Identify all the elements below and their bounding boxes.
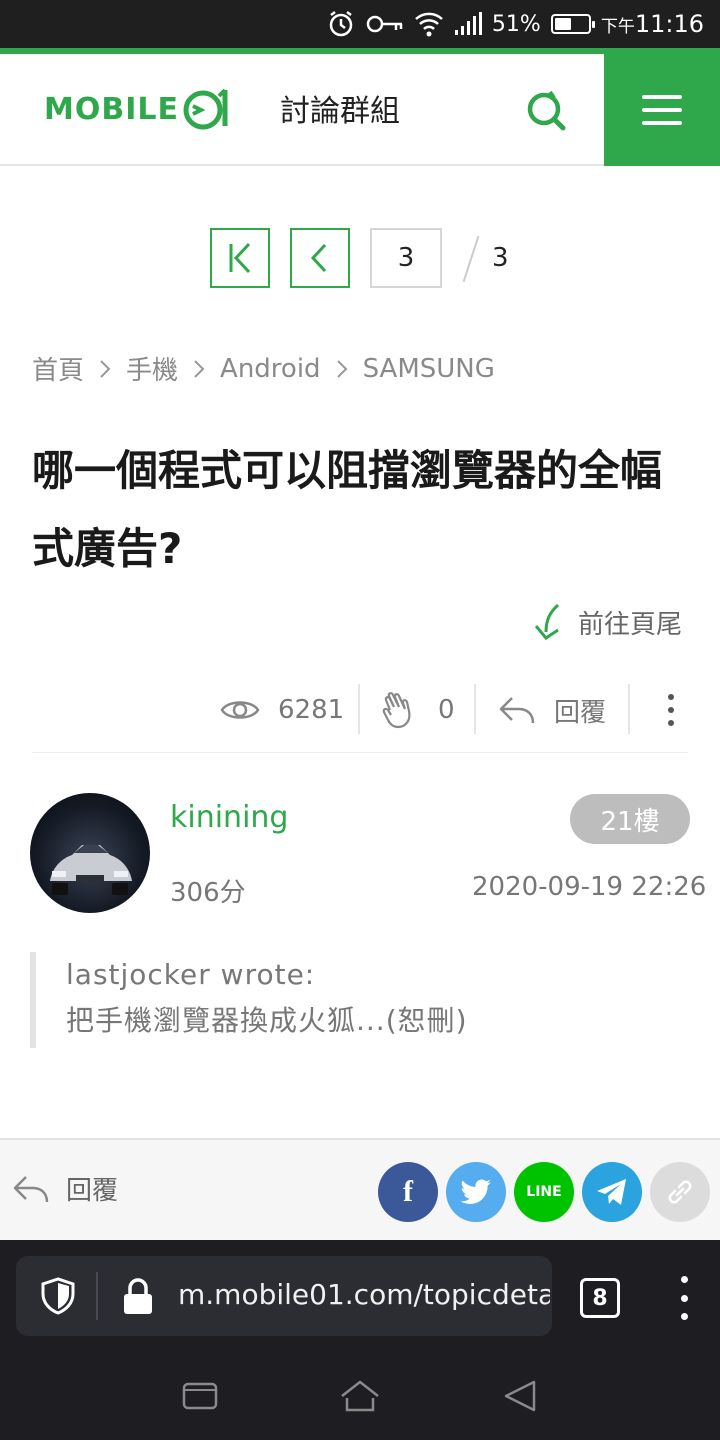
chevron-right-icon [192, 358, 206, 380]
recents-icon[interactable] [180, 1376, 220, 1416]
lock-icon [124, 1278, 152, 1314]
key-icon [366, 15, 403, 33]
reply-button[interactable]: 回覆 [12, 1170, 118, 1207]
share-twitter-button[interactable] [446, 1162, 506, 1222]
header-title[interactable]: 討論群組 [280, 86, 400, 130]
search-icon [527, 90, 566, 131]
wifi-icon [415, 12, 443, 37]
divider [32, 752, 688, 753]
more-options-button[interactable] [656, 688, 686, 732]
chevron-right-icon [98, 358, 112, 380]
reply-icon [499, 697, 535, 724]
breadcrumb-home[interactable]: 首頁 [32, 350, 84, 387]
browser-menu-button[interactable] [674, 1276, 694, 1320]
facebook-icon: f [403, 1175, 413, 1208]
arrow-down-icon [534, 603, 560, 640]
dot [680, 1276, 688, 1283]
chevron-left-icon [310, 243, 327, 273]
logo-01-icon [183, 88, 228, 130]
pagination: 3 3 [210, 228, 509, 288]
stat-divider [474, 684, 476, 734]
view-count: 6281 [220, 680, 344, 740]
current-page-input[interactable]: 3 [370, 228, 442, 288]
system-navigation-bar [0, 1354, 720, 1440]
twitter-icon [460, 1179, 491, 1205]
page-separator [464, 235, 478, 281]
link-icon [668, 1180, 692, 1204]
dot [668, 720, 674, 726]
status-icons: 51% 下午11:16 [326, 0, 704, 48]
bottom-action-bar: 回覆 f LINE [0, 1138, 720, 1240]
dot [668, 707, 674, 713]
clock-time: 11:16 [634, 10, 704, 38]
search-button[interactable] [520, 86, 570, 136]
copy-link-button[interactable] [650, 1162, 710, 1222]
address-bar[interactable]: m.mobile01.com/topicdetail [16, 1256, 552, 1336]
reply-stat-button[interactable]: 回覆 [498, 680, 606, 740]
browser-toolbar: m.mobile01.com/topicdetail 8 [0, 1240, 720, 1354]
home-icon[interactable] [340, 1376, 380, 1416]
url-text[interactable]: m.mobile01.com/topicdetail [178, 1278, 550, 1311]
prev-page-button[interactable] [290, 228, 350, 288]
total-pages: 3 [492, 243, 509, 273]
logo-text: MOBILE [44, 91, 179, 127]
share-line-button[interactable]: LINE [514, 1162, 574, 1222]
go-to-bottom-label: 前往頁尾 [578, 609, 683, 640]
breadcrumb-samsung[interactable]: SAMSUNG [363, 354, 495, 384]
dot [680, 1294, 688, 1302]
breadcrumb-phones[interactable]: 手機 [126, 350, 178, 387]
view-count-value: 6281 [278, 695, 345, 725]
breadcrumb-android[interactable]: Android [220, 354, 321, 384]
tabs-button[interactable]: 8 [580, 1278, 620, 1318]
shield-icon[interactable] [38, 1276, 78, 1316]
reply-icon [13, 1175, 49, 1202]
address-divider [96, 1272, 98, 1320]
first-page-button[interactable] [210, 228, 270, 288]
thread-title: 哪一個程式可以阻擋瀏覽器的全幅式廣告? [32, 446, 663, 573]
share-telegram-button[interactable] [582, 1162, 642, 1222]
line-icon: LINE [526, 1184, 562, 1200]
alarm-icon [329, 11, 353, 37]
site-header: MOBILE 討論群組 [0, 54, 720, 166]
floor-badge: 21樓 [570, 794, 690, 844]
dot [668, 694, 674, 700]
breadcrumb: 首頁 手機 Android SAMSUNG [32, 350, 495, 387]
dot [680, 1313, 688, 1320]
signal-icon [454, 12, 482, 35]
car-avatar-image [50, 845, 132, 895]
thread-stats: 6281 0 回覆 [0, 680, 720, 740]
reply-stat-label: 回覆 [554, 697, 607, 728]
go-to-bottom-link[interactable]: 前往頁尾 [530, 602, 682, 642]
like-count: 0 [438, 695, 455, 725]
battery-percent: 51% [491, 11, 541, 37]
quote-block: lastjocker wrote: 把手機瀏覽器換成火狐...(恕刪) [30, 952, 690, 1048]
battery-fill [554, 18, 572, 30]
clap-icon [382, 692, 411, 729]
first-page-icon [229, 242, 251, 274]
telegram-icon [597, 1179, 626, 1205]
reply-label: 回覆 [66, 1176, 119, 1206]
hamburger-menu-button[interactable] [604, 54, 720, 166]
site-logo[interactable]: MOBILE [44, 86, 235, 132]
share-facebook-button[interactable]: f [378, 1162, 438, 1222]
clock: 下午11:16 [601, 10, 704, 38]
back-icon[interactable] [500, 1376, 540, 1416]
status-bar: 51% 下午11:16 [0, 0, 720, 48]
menu-bar [642, 95, 682, 99]
quote-text: 把手機瀏覽器換成火狐...(恕刪) [66, 1004, 468, 1037]
menu-bar [642, 108, 682, 112]
eye-icon [220, 701, 260, 719]
like-button[interactable]: 0 [380, 680, 455, 740]
stat-divider [628, 684, 630, 734]
post-user-score: 306分 [170, 878, 246, 908]
avatar[interactable] [30, 793, 150, 913]
quote-author: lastjocker wrote: [66, 958, 316, 991]
post-date: 2020-09-19 22:26 [472, 872, 707, 902]
stat-divider [358, 684, 360, 734]
battery-icon [550, 14, 595, 34]
clock-period: 下午 [600, 17, 635, 37]
menu-bar [642, 121, 682, 125]
chevron-right-icon [335, 358, 349, 380]
post-username[interactable]: kinining [170, 800, 288, 835]
